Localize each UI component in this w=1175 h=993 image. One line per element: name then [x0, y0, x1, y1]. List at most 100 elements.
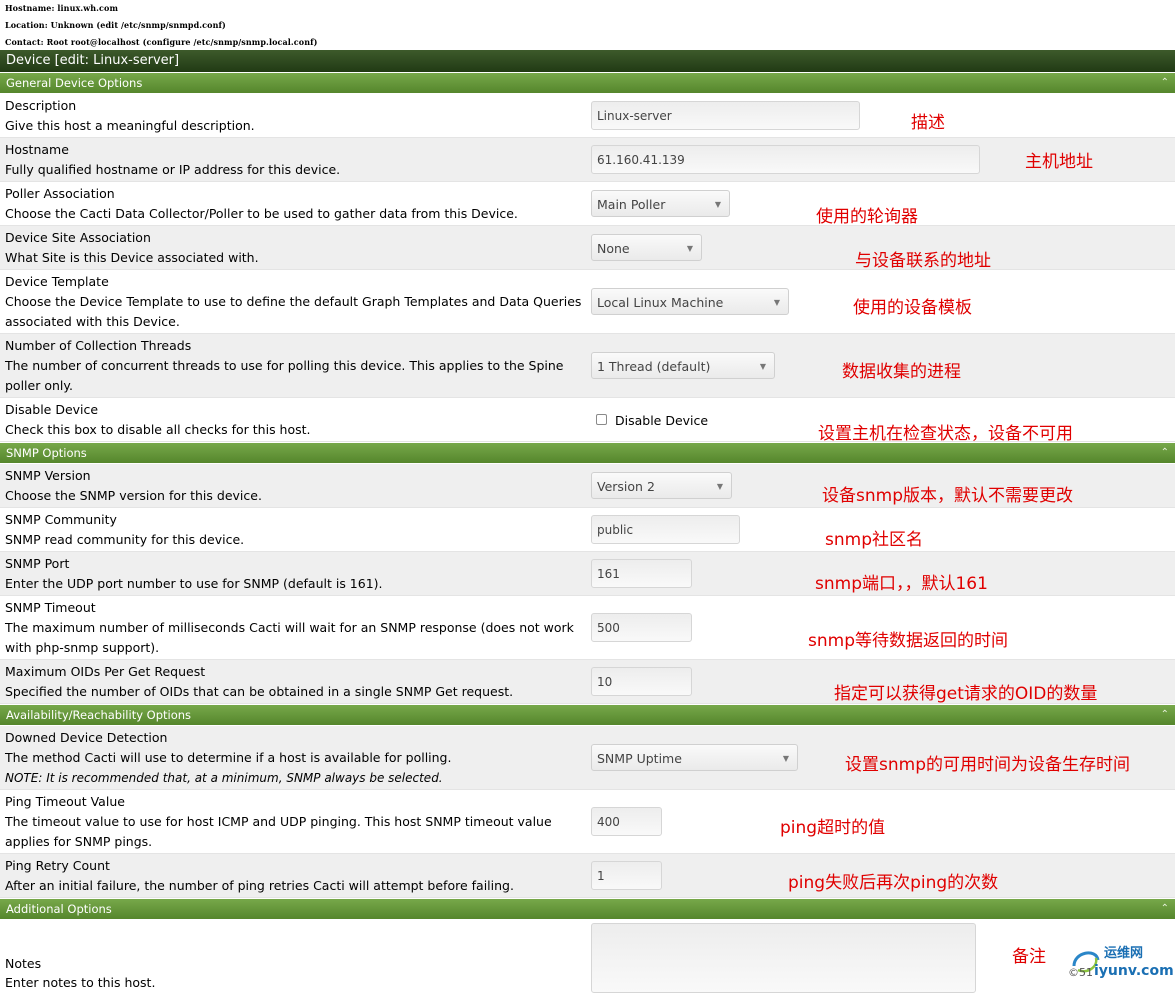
template-value: Local Linux Machine [597, 295, 724, 310]
row-snmp-community: SNMP Community SNMP read community for t… [0, 508, 1175, 552]
poller-value: Main Poller [597, 197, 666, 212]
max-oids-help: Specified the number of OIDs that can be… [5, 684, 514, 699]
template-help: Choose the Device Template to use to def… [5, 294, 582, 329]
section-availability-title: Availability/Reachability Options [6, 708, 192, 722]
section-snmp[interactable]: SNMP Options ⌃ [0, 443, 1175, 463]
snmp-version-value: Version 2 [597, 479, 655, 494]
chevron-down-icon: ▼ [686, 244, 693, 253]
location-info: Location: Unknown (edit /etc/snmp/snmpd.… [5, 20, 226, 30]
chevron-down-icon: ▼ [714, 200, 721, 209]
description-input[interactable]: Linux-server [591, 101, 860, 130]
row-snmp-timeout: SNMP Timeout The maximum number of milli… [0, 596, 1175, 660]
section-general[interactable]: General Device Options ⌃ [0, 73, 1175, 93]
collapse-icon[interactable]: ⌃ [1161, 443, 1169, 463]
threads-select[interactable]: 1 Thread (default) ▼ [591, 352, 775, 379]
section-availability[interactable]: Availability/Reachability Options ⌃ [0, 705, 1175, 725]
notes-help: Enter notes to this host. [5, 975, 156, 990]
threads-annotation: 数据收集的进程 [842, 362, 961, 382]
site-annotation: 与设备联系的地址 [855, 251, 991, 271]
snmp-timeout-input[interactable]: 500 [591, 613, 692, 642]
site-value: None [597, 241, 630, 256]
max-oids-label: Maximum OIDs Per Get Request [5, 664, 206, 679]
max-oids-annotation: 指定可以获得get请求的OID的数量 [834, 684, 1098, 704]
poller-annotation: 使用的轮询器 [816, 207, 918, 227]
disable-annotation: 设置主机在检查状态，设备不可用 [818, 424, 1073, 444]
description-annotation: 描述 [911, 113, 945, 133]
snmp-port-label: SNMP Port [5, 556, 70, 571]
collapse-icon[interactable]: ⌃ [1161, 705, 1169, 725]
row-threads: Number of Collection Threads The number … [0, 334, 1175, 398]
row-disable: Disable Device Check this box to disable… [0, 398, 1175, 444]
ping-timeout-annotation: ping超时的值 [780, 818, 886, 838]
row-snmp-port: SNMP Port Enter the UDP port number to u… [0, 552, 1175, 596]
hostname-help: Fully qualified hostname or IP address f… [5, 162, 341, 177]
threads-value: 1 Thread (default) [597, 359, 711, 374]
chevron-down-icon: ▼ [716, 482, 723, 491]
snmp-port-input[interactable]: 161 [591, 559, 692, 588]
snmp-version-annotation: 设备snmp版本，默认不需要更改 [822, 486, 1073, 506]
snmp-community-help: SNMP read community for this device. [5, 532, 245, 547]
template-label: Device Template [5, 274, 109, 289]
downed-select[interactable]: SNMP Uptime ▼ [591, 744, 798, 771]
row-description: Description Give this host a meaningful … [0, 94, 1175, 138]
description-label: Description [5, 98, 77, 113]
section-general-title: General Device Options [6, 76, 143, 90]
collapse-icon[interactable]: ⌃ [1161, 899, 1169, 919]
collapse-icon[interactable]: ⌃ [1161, 73, 1169, 93]
snmp-community-label: SNMP Community [5, 512, 117, 527]
row-poller: Poller Association Choose the Cacti Data… [0, 182, 1175, 227]
downed-label: Downed Device Detection [5, 730, 168, 745]
ping-retry-annotation: ping失败后再次ping的次数 [788, 873, 999, 893]
section-snmp-title: SNMP Options [6, 446, 87, 460]
ping-timeout-input[interactable]: 400 [591, 807, 662, 836]
row-template: Device Template Choose the Device Templa… [0, 270, 1175, 334]
hostname-label: Hostname [5, 142, 69, 157]
disable-help: Check this box to disable all checks for… [5, 422, 311, 437]
downed-annotation: 设置snmp的可用时间为设备生存时间 [845, 755, 1130, 775]
snmp-timeout-help: The maximum number of milliseconds Cacti… [5, 620, 574, 655]
site-help: What Site is this Device associated with… [5, 250, 259, 265]
max-oids-input[interactable]: 10 [591, 667, 692, 696]
row-notes: Notes Enter notes to this host. 备注 [0, 920, 1175, 993]
chevron-down-icon: ▼ [782, 754, 789, 763]
disable-device-checkbox-label[interactable]: Disable Device [615, 413, 708, 428]
row-site: Device Site Association What Site is thi… [0, 226, 1175, 271]
poller-help: Choose the Cacti Data Collector/Poller t… [5, 206, 518, 221]
poller-select[interactable]: Main Poller ▼ [591, 190, 730, 217]
contact-info: Contact: Root root@localhost (configure … [5, 37, 318, 47]
chevron-down-icon: ▼ [759, 362, 766, 371]
row-max-oids: Maximum OIDs Per Get Request Specified t… [0, 660, 1175, 704]
section-additional[interactable]: Additional Options ⌃ [0, 899, 1175, 919]
ping-retry-help: After an initial failure, the number of … [5, 878, 514, 893]
device-title-bar: Device [edit: Linux-server] [0, 50, 1175, 72]
disable-device-checkbox[interactable] [596, 414, 607, 425]
site-select[interactable]: None ▼ [591, 234, 702, 261]
section-additional-title: Additional Options [6, 902, 112, 916]
downed-help: The method Cacti will use to determine i… [5, 750, 452, 765]
snmp-version-label: SNMP Version [5, 468, 91, 483]
disable-label: Disable Device [5, 402, 99, 417]
snmp-community-input[interactable]: public [591, 515, 740, 544]
hostname-annotation: 主机地址 [1025, 152, 1093, 172]
notes-label: Notes [5, 956, 42, 971]
row-ping-timeout: Ping Timeout Value The timeout value to … [0, 790, 1175, 854]
row-ping-retry: Ping Retry Count After an initial failur… [0, 854, 1175, 898]
ping-timeout-help: The timeout value to use for host ICMP a… [5, 814, 552, 849]
ping-retry-input[interactable]: 1 [591, 861, 662, 890]
hostname-input[interactable]: 61.160.41.139 [591, 145, 980, 174]
row-snmp-version: SNMP Version Choose the SNMP version for… [0, 464, 1175, 508]
description-help: Give this host a meaningful description. [5, 118, 255, 133]
threads-help: The number of concurrent threads to use … [5, 358, 564, 393]
watermark-prefix: ©51 [1068, 966, 1093, 979]
watermark-logo: 运维网 ©51 iyunv.com [1066, 942, 1174, 986]
row-downed: Downed Device Detection The method Cacti… [0, 726, 1175, 790]
ping-timeout-label: Ping Timeout Value [5, 794, 125, 809]
template-select[interactable]: Local Linux Machine ▼ [591, 288, 789, 315]
notes-textarea[interactable] [591, 923, 976, 993]
snmp-timeout-annotation: snmp等待数据返回的时间 [808, 631, 1008, 651]
watermark-brand: 运维网 [1104, 946, 1144, 961]
downed-note: NOTE: It is recommended that, at a minim… [5, 771, 443, 785]
watermark-site: iyunv.com [1094, 963, 1174, 979]
template-annotation: 使用的设备模板 [853, 298, 972, 318]
snmp-version-select[interactable]: Version 2 ▼ [591, 472, 732, 499]
